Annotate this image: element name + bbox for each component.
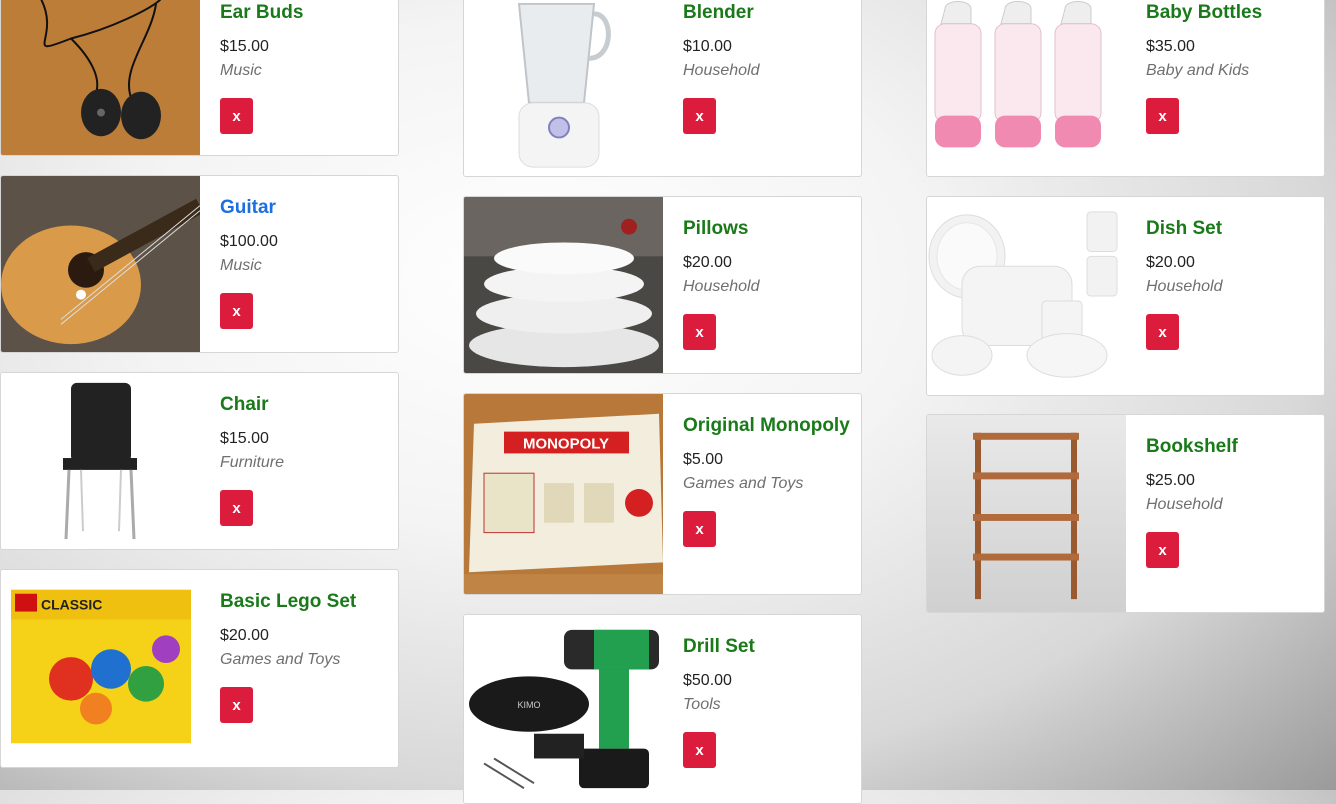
- product-price: $35.00: [1146, 38, 1195, 55]
- lego-box-image: CLASSIC: [1, 570, 200, 767]
- product-title[interactable]: Guitar: [220, 196, 388, 220]
- chair-image: [1, 373, 200, 549]
- product-category: Games and Toys: [220, 651, 341, 668]
- product-category: Household: [1146, 278, 1223, 295]
- product-price: $20.00: [220, 627, 269, 644]
- product-category: Music: [220, 257, 262, 274]
- product-title[interactable]: Original Monopoly: [683, 414, 851, 438]
- product-title[interactable]: Chair: [220, 393, 388, 417]
- delete-button[interactable]: x: [220, 98, 253, 134]
- delete-button[interactable]: x: [1146, 314, 1179, 350]
- product-card-blender[interactable]: Blender $10.00 Household x: [463, 0, 862, 177]
- delete-button[interactable]: x: [1146, 532, 1179, 568]
- product-card-dish-set[interactable]: Dish Set $20.00 Household x: [926, 196, 1325, 396]
- product-card-chair[interactable]: Chair $15.00 Furniture x: [0, 372, 399, 550]
- bookshelf-image: [927, 415, 1126, 612]
- product-card-pillows[interactable]: Pillows $20.00 Household x: [463, 196, 862, 374]
- guitar-image: [1, 176, 200, 352]
- delete-button[interactable]: x: [220, 490, 253, 526]
- product-price: $20.00: [683, 254, 732, 271]
- product-category: Household: [1146, 496, 1223, 513]
- product-card-baby-bottles[interactable]: Baby Bottles $35.00 Baby and Kids x: [926, 0, 1325, 177]
- delete-button[interactable]: x: [220, 293, 253, 329]
- product-title[interactable]: Pillows: [683, 217, 851, 241]
- earbuds-image: [1, 0, 200, 155]
- drill-set-image: KIMO: [464, 615, 663, 803]
- delete-button[interactable]: x: [683, 511, 716, 547]
- product-card-basic-lego-set[interactable]: CLASSIC Basic Lego Set $20.00 Games and …: [0, 569, 399, 768]
- delete-button[interactable]: x: [1146, 98, 1179, 134]
- product-title[interactable]: Basic Lego Set: [220, 590, 388, 614]
- product-card-original-monopoly[interactable]: MONOPOLY Original Monopoly $5.00 Games a…: [463, 393, 862, 595]
- svg-text:KIMO: KIMO: [518, 700, 541, 710]
- product-price: $20.00: [1146, 254, 1195, 271]
- product-title[interactable]: Blender: [683, 1, 851, 25]
- delete-button[interactable]: x: [683, 732, 716, 768]
- product-price: $15.00: [220, 38, 269, 55]
- product-card-bookshelf[interactable]: Bookshelf $25.00 Household x: [926, 414, 1325, 613]
- blender-image: [464, 0, 663, 176]
- product-category: Furniture: [220, 454, 285, 471]
- product-price: $50.00: [683, 672, 732, 689]
- product-title[interactable]: Dish Set: [1146, 217, 1314, 241]
- product-category: Games and Toys: [683, 475, 804, 492]
- product-card-guitar[interactable]: Guitar $100.00 Music x: [0, 175, 399, 353]
- product-title[interactable]: Ear Buds: [220, 1, 388, 25]
- baby-bottles-image: [927, 0, 1126, 176]
- svg-text:CLASSIC: CLASSIC: [41, 597, 102, 613]
- product-category: Household: [683, 278, 760, 295]
- product-price: $25.00: [1146, 472, 1195, 489]
- svg-text:MONOPOLY: MONOPOLY: [523, 436, 609, 453]
- product-title[interactable]: Baby Bottles: [1146, 1, 1314, 25]
- pillows-image: [464, 197, 663, 373]
- dish-set-image: [927, 197, 1126, 395]
- product-card-drill-set[interactable]: KIMO Drill Set $50.00 Tools x: [463, 614, 862, 804]
- product-category: Tools: [683, 696, 721, 713]
- product-price: $15.00: [220, 430, 269, 447]
- product-price: $100.00: [220, 233, 278, 250]
- product-category: Baby and Kids: [1146, 62, 1250, 79]
- delete-button[interactable]: x: [220, 687, 253, 723]
- product-card-ear-buds[interactable]: Ear Buds $15.00 Music x: [0, 0, 399, 156]
- product-title[interactable]: Drill Set: [683, 635, 851, 659]
- product-price: $10.00: [683, 38, 732, 55]
- delete-button[interactable]: x: [683, 98, 716, 134]
- product-category: Music: [220, 62, 262, 79]
- monopoly-board-image: MONOPOLY: [464, 394, 663, 594]
- delete-button[interactable]: x: [683, 314, 716, 350]
- product-price: $5.00: [683, 451, 724, 468]
- product-category: Household: [683, 62, 760, 79]
- product-title[interactable]: Bookshelf: [1146, 435, 1314, 459]
